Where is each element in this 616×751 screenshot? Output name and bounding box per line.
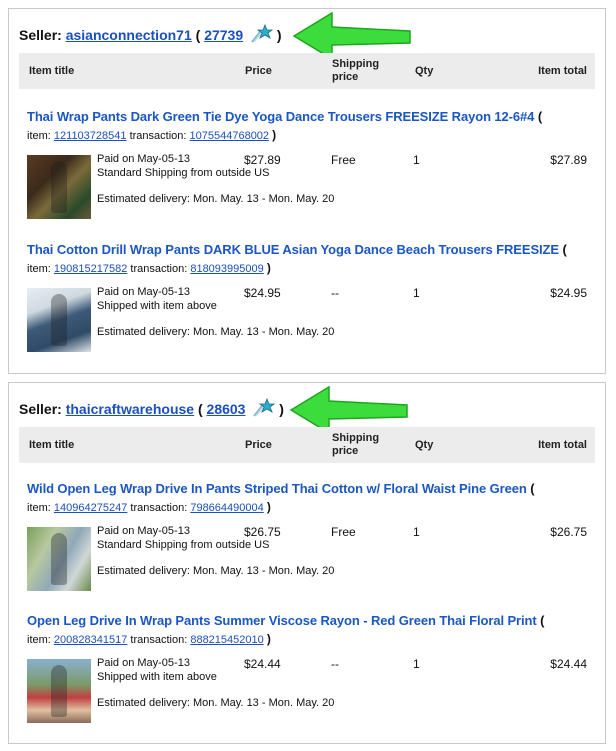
seller-feedback-link[interactable]: 28603 — [207, 401, 246, 417]
order-item: Thai Cotton Drill Wrap Pants DARK BLUE A… — [27, 242, 587, 360]
order-item: Thai Wrap Pants Dark Green Tie Dye Yoga … — [27, 109, 587, 227]
transaction-number-link[interactable]: 798664490004 — [190, 502, 263, 514]
paid-date: Paid on May-05-13 — [97, 657, 190, 669]
seller-name-link[interactable]: asianconnection71 — [66, 27, 192, 43]
transaction-number-link[interactable]: 888215452010 — [190, 634, 263, 646]
item-price: $26.75 — [244, 525, 281, 539]
shooting-star-icon[interactable] — [251, 23, 274, 46]
item-thumbnail[interactable] — [27, 659, 91, 723]
item-total: $26.75 — [550, 525, 587, 539]
estimated-delivery: Estimated delivery: Mon. May. 13 - Mon. … — [97, 193, 335, 205]
seller-name-link[interactable]: thaicraftwarehouse — [66, 401, 194, 417]
shooting-star-icon[interactable] — [253, 397, 276, 420]
col-price: Price — [245, 65, 272, 77]
shipping-note: Shipped with item above — [97, 300, 217, 312]
item-meta: item: 200828341517 transaction: 88821545… — [27, 632, 271, 646]
seller-line: Seller: asianconnection71 ( 27739 ) — [19, 23, 282, 46]
col-item-title: Item title — [29, 65, 75, 77]
col-item-total: Item total — [538, 65, 587, 77]
seller-label: Seller: — [19, 27, 62, 43]
col-qty: Qty — [415, 65, 434, 77]
item-number-link[interactable]: 121103728541 — [54, 130, 127, 142]
order-item: Wild Open Leg Wrap Drive In Pants Stripe… — [27, 481, 587, 599]
col-price: Price — [245, 439, 272, 451]
item-number-link[interactable]: 190815217582 — [54, 263, 127, 275]
shipping-price: Free — [331, 525, 356, 539]
shipping-note: Standard Shipping from outside US — [97, 167, 270, 179]
col-item-total: Item total — [538, 439, 587, 451]
estimated-delivery: Estimated delivery: Mon. May. 13 - Mon. … — [97, 326, 335, 338]
item-title-link[interactable]: Wild Open Leg Wrap Drive In Pants Stripe… — [27, 481, 527, 496]
item-price: $24.95 — [244, 286, 281, 300]
item-total: $27.89 — [550, 153, 587, 167]
col-item-title: Item title — [29, 439, 75, 451]
col-shipping-line2: price — [332, 445, 359, 457]
item-thumbnail[interactable] — [27, 527, 91, 591]
estimated-delivery: Estimated delivery: Mon. May. 13 - Mon. … — [97, 565, 335, 577]
item-price: $27.89 — [244, 153, 281, 167]
item-total: $24.95 — [550, 286, 587, 300]
order-item: Open Leg Drive In Wrap Pants Summer Visc… — [27, 613, 587, 731]
col-shipping-line2: price — [332, 71, 359, 83]
item-title-link[interactable]: Thai Cotton Drill Wrap Pants DARK BLUE A… — [27, 242, 559, 257]
item-number-link[interactable]: 140964275247 — [54, 502, 127, 514]
item-total: $24.44 — [550, 657, 587, 671]
item-title-link[interactable]: Open Leg Drive In Wrap Pants Summer Visc… — [27, 613, 537, 628]
table-header: Item title Price Shipping price Qty Item… — [19, 427, 595, 463]
col-qty: Qty — [415, 439, 434, 451]
item-title-link[interactable]: Thai Wrap Pants Dark Green Tie Dye Yoga … — [27, 109, 534, 124]
paid-date: Paid on May-05-13 — [97, 525, 190, 537]
item-number-link[interactable]: 200828341517 — [54, 634, 127, 646]
shipping-price: Free — [331, 153, 356, 167]
seller-feedback-link[interactable]: 27739 — [204, 27, 243, 43]
col-shipping-line1: Shipping — [332, 432, 380, 444]
transaction-number-link[interactable]: 818093995009 — [190, 263, 263, 275]
col-shipping-line1: Shipping — [332, 58, 380, 70]
shipping-price: -- — [331, 286, 339, 300]
item-thumbnail[interactable] — [27, 288, 91, 352]
item-meta: item: 140964275247 transaction: 79866449… — [27, 500, 271, 514]
paid-date: Paid on May-05-13 — [97, 153, 190, 165]
item-price: $24.44 — [244, 657, 281, 671]
item-qty: 1 — [413, 153, 420, 167]
item-thumbnail[interactable] — [27, 155, 91, 219]
seller-section-1: Seller: asianconnection71 ( 27739 ) Item… — [8, 8, 606, 374]
shipping-price: -- — [331, 657, 339, 671]
seller-line: Seller: thaicraftwarehouse ( 28603 ) — [19, 397, 284, 420]
item-qty: 1 — [413, 286, 420, 300]
seller-label: Seller: — [19, 401, 62, 417]
paid-date: Paid on May-05-13 — [97, 286, 190, 298]
table-header: Item title Price Shipping price Qty Item… — [19, 53, 595, 89]
item-qty: 1 — [413, 657, 420, 671]
shipping-note: Standard Shipping from outside US — [97, 539, 270, 551]
transaction-number-link[interactable]: 1075544768002 — [190, 130, 270, 142]
estimated-delivery: Estimated delivery: Mon. May. 13 - Mon. … — [97, 697, 335, 709]
seller-section-2: Seller: thaicraftwarehouse ( 28603 ) Ite… — [8, 382, 606, 744]
item-qty: 1 — [413, 525, 420, 539]
shipping-note: Shipped with item above — [97, 671, 217, 683]
item-meta: item: 121103728541 transaction: 10755447… — [27, 128, 277, 142]
item-meta: item: 190815217582 transaction: 81809399… — [27, 261, 271, 275]
